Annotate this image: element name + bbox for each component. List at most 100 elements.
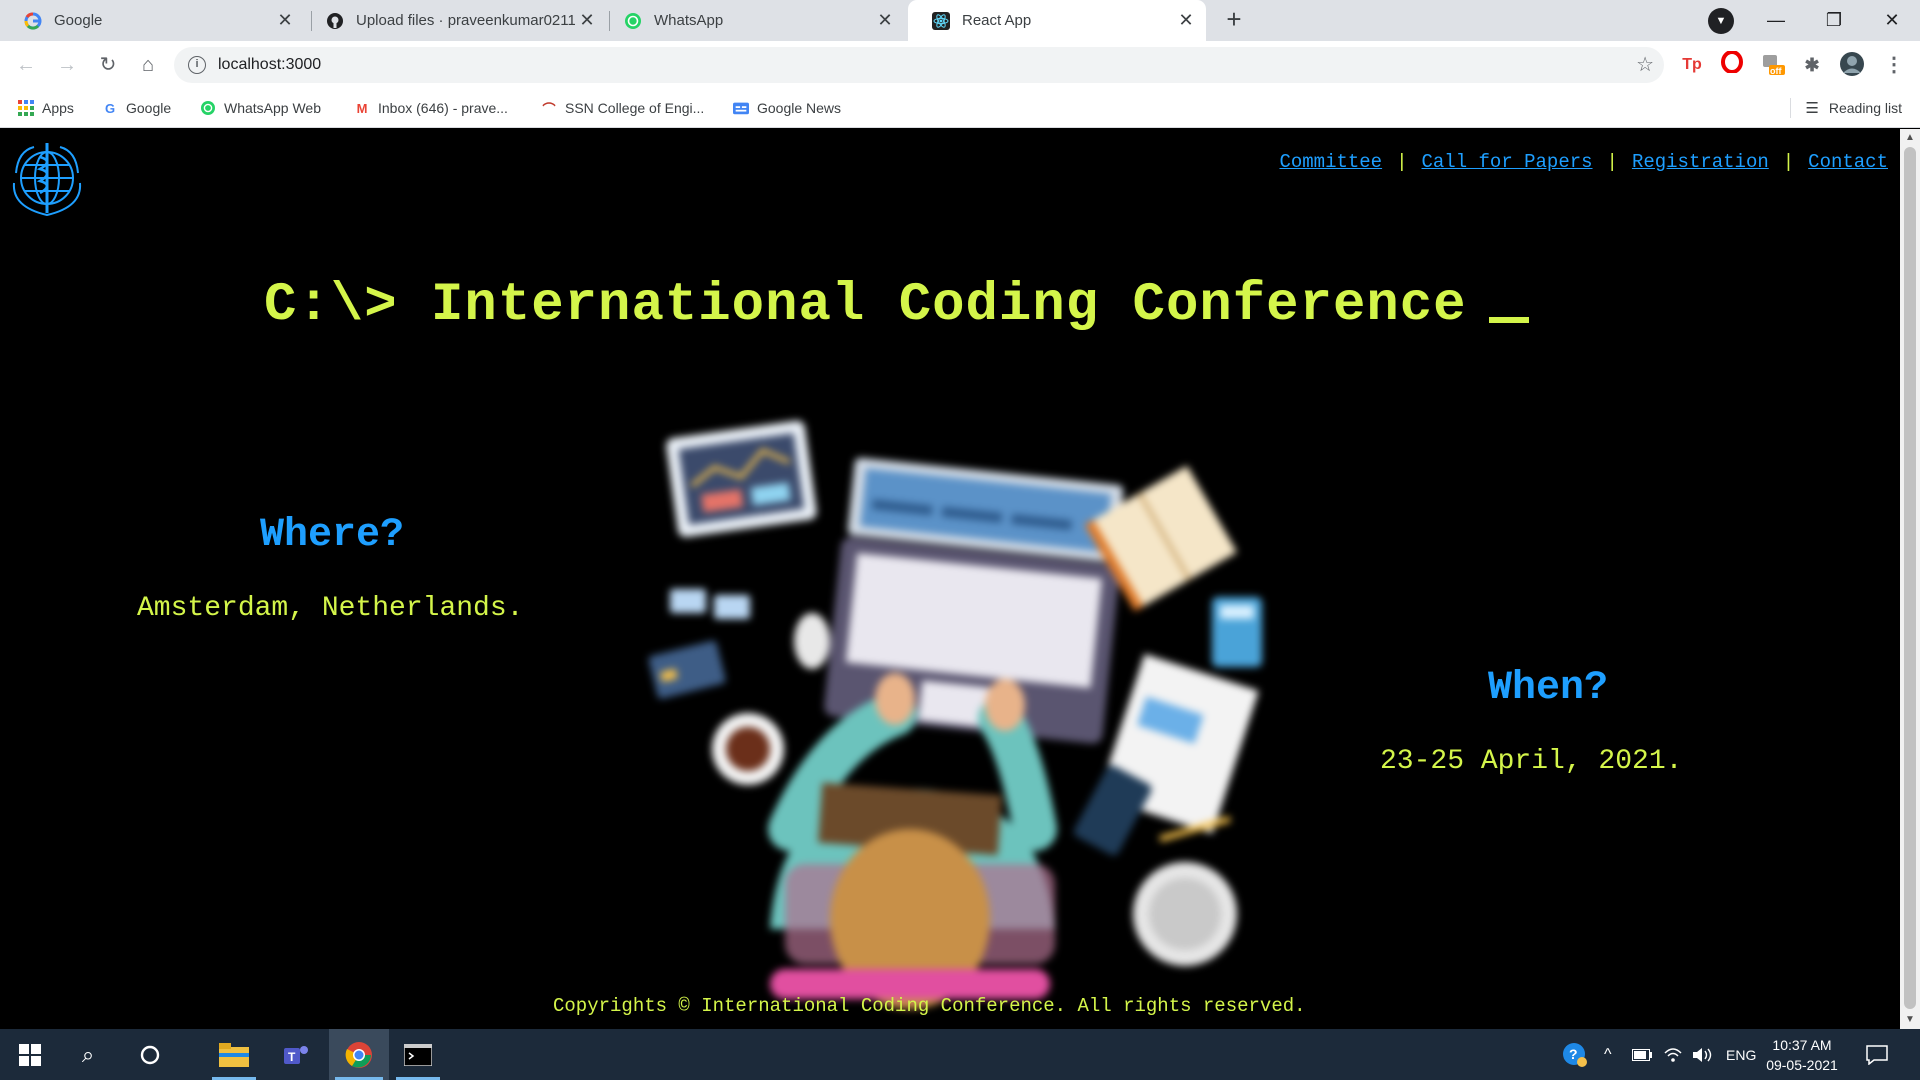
teams-icon[interactable]: T [268,1029,324,1080]
bookmark-whatsapp-web[interactable]: WhatsApp Web [200,89,321,127]
nav-contact-link[interactable]: Contact [1808,151,1888,173]
notifications-icon[interactable] [1866,1029,1888,1080]
browser-toolbar: ← → ↻ ⌂ i localhost:3000 ☆ Tp off ✱ ⋮ [0,41,1920,89]
extension-badge: off [1770,66,1782,76]
react-icon [932,11,950,30]
address-bar[interactable]: i localhost:3000 ☆ [174,47,1664,83]
wifi-icon[interactable] [1664,1029,1682,1080]
where-location: Amsterdam, Netherlands. [137,593,524,624]
url-text[interactable]: localhost:3000 [218,47,321,83]
reading-list-label: Reading list [1828,100,1902,116]
nav-registration-link[interactable]: Registration [1632,151,1769,173]
bookmarks-divider [1790,98,1792,118]
minimize-icon[interactable]: — [1748,0,1804,41]
extensions-puzzle-icon[interactable]: ✱ [1798,51,1826,79]
close-tab-icon[interactable]: ✕ [575,10,599,31]
scroll-up-arrow-icon[interactable]: ▲ [1900,129,1920,147]
tab-title: WhatsApp [654,12,724,29]
cortana-icon[interactable] [122,1029,178,1080]
clock-date: 09-05-2021 [1766,1057,1838,1073]
home-icon[interactable]: ⌂ [132,49,164,81]
tab-react-app[interactable]: React App ✕ [908,0,1206,41]
windows-taskbar: ⌕ T ? ^ ENG 10:37 AM 09-05-2021 [0,1029,1920,1080]
nav-separator: | [1606,151,1618,173]
ssn-college-icon: ⌒ [542,101,556,117]
desk-illustration [648,420,1262,1009]
volume-icon[interactable] [1692,1029,1714,1080]
page-title-text: C:\> International Coding Conference [264,275,1467,336]
bookmark-label: WhatsApp Web [224,100,322,116]
chrome-menu-icon[interactable]: ⋮ [1880,51,1908,79]
close-tab-icon[interactable]: ✕ [1174,10,1198,31]
tab-strip: Google ✕ Upload files · praveenkumar0211… [0,0,1920,41]
tab-title: React App [962,12,1032,29]
nav-separator: | [1782,151,1795,173]
tab-whatsapp[interactable]: WhatsApp ✕ [600,0,905,41]
file-explorer-icon[interactable] [206,1029,262,1080]
nav-committee-link[interactable]: Committee [1279,151,1382,173]
close-window-icon[interactable]: ✕ [1864,0,1920,41]
when-dates: 23-25 April, 2021. [1380,746,1683,777]
tab-search-icon[interactable]: ▼ [1708,8,1734,34]
show-hidden-icons-icon[interactable]: ^ [1604,1029,1612,1080]
opera-extension-icon[interactable] [1718,50,1746,79]
tab-google[interactable]: Google ✕ [0,0,305,41]
profile-avatar[interactable] [1838,51,1866,79]
bookmark-apps[interactable]: Apps [18,89,74,127]
bookmark-google-news[interactable]: Google News [733,89,841,127]
page-viewport: Committee | Call for Papers | Registration | C… [0,129,1900,1029]
nav-separator: | [1396,151,1408,173]
terminal-icon[interactable] [390,1029,446,1080]
reload-icon[interactable]: ↻ [92,49,124,81]
search-icon[interactable]: ⌕ [60,1029,116,1080]
gmail-icon: M [356,100,368,116]
close-tab-icon[interactable]: ✕ [873,10,897,31]
system-clock[interactable]: 10:37 AM 09-05-2021 [1762,1035,1842,1075]
back-arrow-icon[interactable]: ← [10,49,42,81]
google-icon: G [104,100,116,116]
tp-extension-icon[interactable]: Tp [1678,51,1706,79]
chrome-taskbar-icon[interactable] [329,1029,389,1080]
whatsapp-icon [200,100,216,116]
page-scrollbar[interactable]: ▲ ▼ [1900,129,1920,1029]
close-tab-icon[interactable]: ✕ [273,10,297,31]
github-icon [326,12,344,30]
forward-arrow-icon[interactable]: → [51,49,83,81]
bookmark-gmail-inbox[interactable]: M Inbox (646) - prave... [354,89,508,127]
nav-call-for-papers-link[interactable]: Call for Papers [1422,151,1593,173]
apps-grid-icon [18,100,34,116]
tab-title: Google [54,12,103,29]
page-title: C:\> International Coding Conference [264,275,1529,336]
whatsapp-icon [624,12,642,30]
where-heading: Where? [260,513,405,558]
new-tab-button[interactable]: + [1218,4,1250,36]
copyright-footer: Copyrights © International Coding Confer… [553,995,1306,1017]
tab-title: Upload files · praveenkumar0211 [356,12,575,29]
battery-icon[interactable] [1632,1029,1652,1080]
help-tray-icon[interactable]: ? [1562,1029,1588,1080]
google-news-icon [733,100,749,116]
blinking-cursor [1488,317,1529,323]
reading-list-button[interactable]: ☰ Reading list [1790,89,1902,127]
bookmark-label: Google [126,100,172,116]
scrollbar-thumb[interactable] [1904,147,1916,1009]
svg-text:T: T [288,1050,296,1064]
scroll-down-arrow-icon[interactable]: ▼ [1900,1011,1920,1029]
svg-text:?: ? [1569,1046,1578,1062]
off-extension-icon[interactable]: off [1758,51,1786,79]
bookmark-label: Google News [757,100,842,116]
bookmark-star-icon[interactable]: ☆ [1636,47,1654,83]
bookmark-ssn-college[interactable]: ⌒ SSN College of Engi... [541,89,704,127]
bookmarks-bar: Apps G Google WhatsApp Web M Inbox (646)… [0,89,1920,128]
bookmark-label: SSN College of Engi... [565,100,705,116]
bookmark-label: Inbox (646) - prave... [378,100,508,116]
when-heading: When? [1488,666,1609,711]
clock-time: 10:37 AM [1772,1037,1832,1053]
language-indicator[interactable]: ENG [1726,1029,1756,1080]
restore-icon[interactable]: ❐ [1806,0,1862,41]
site-info-icon[interactable]: i [188,56,206,74]
bookmark-google[interactable]: G Google [102,89,171,127]
tab-github-upload[interactable]: Upload files · praveenkumar0211 ✕ [302,0,607,41]
bookmark-label: Apps [42,100,74,116]
windows-start-icon[interactable] [2,1029,58,1080]
